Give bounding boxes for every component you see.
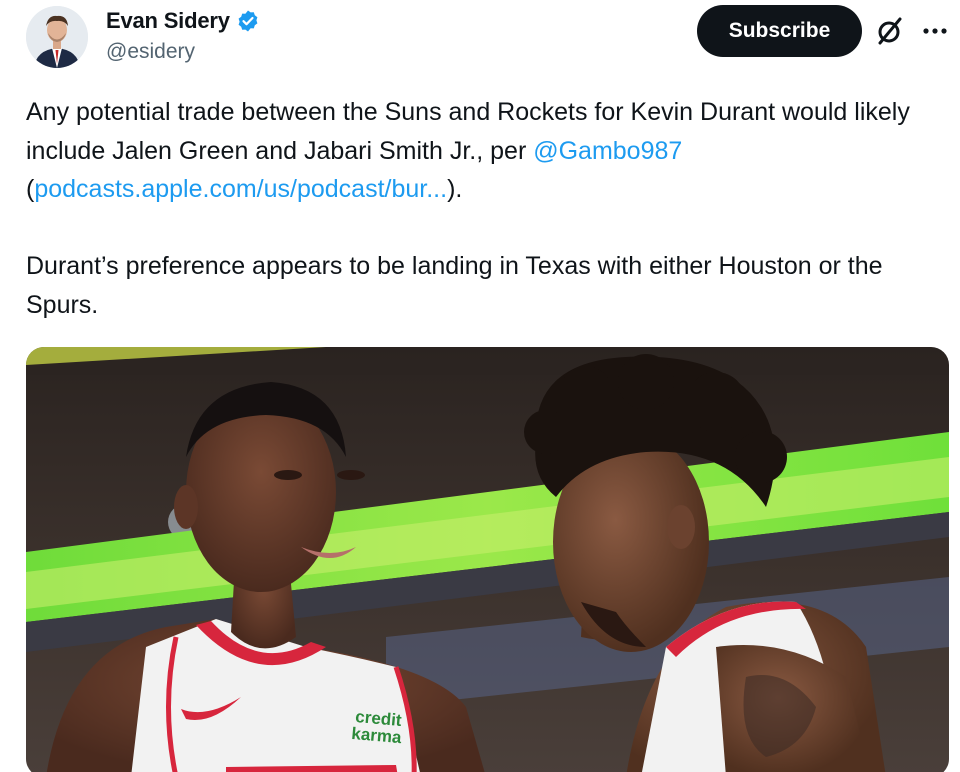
tweet-text: Any potential trade between the Suns and… — [26, 93, 936, 324]
subscribe-button[interactable]: Subscribe — [697, 5, 862, 57]
avatar-image — [26, 6, 88, 68]
more-horizontal-icon[interactable] — [920, 18, 952, 44]
tweet-paragraph-1: Any potential trade between the Suns and… — [26, 93, 936, 209]
grok-icon[interactable] — [874, 15, 906, 47]
verified-badge-icon — [236, 9, 260, 33]
tweet-paragraph-2: Durant’s preference appears to be landin… — [26, 252, 883, 319]
tweet-text-segment: ). — [447, 175, 463, 203]
tweet-media-photo[interactable]: credit karma — [26, 347, 949, 772]
author-display-name[interactable]: Evan Sidery — [106, 8, 230, 34]
tweet-text-segment: Any potential trade between the Suns and… — [26, 98, 910, 165]
author-name-row[interactable]: Evan Sidery — [106, 8, 260, 34]
mention-link[interactable]: @Gambo987 — [533, 137, 682, 165]
author-handle[interactable]: @esidery — [106, 40, 195, 64]
photo-basketball-players: credit karma — [26, 347, 949, 772]
avatar[interactable] — [26, 6, 88, 68]
url-link[interactable]: podcasts.apple.com/us/podcast/bur... — [34, 175, 447, 203]
